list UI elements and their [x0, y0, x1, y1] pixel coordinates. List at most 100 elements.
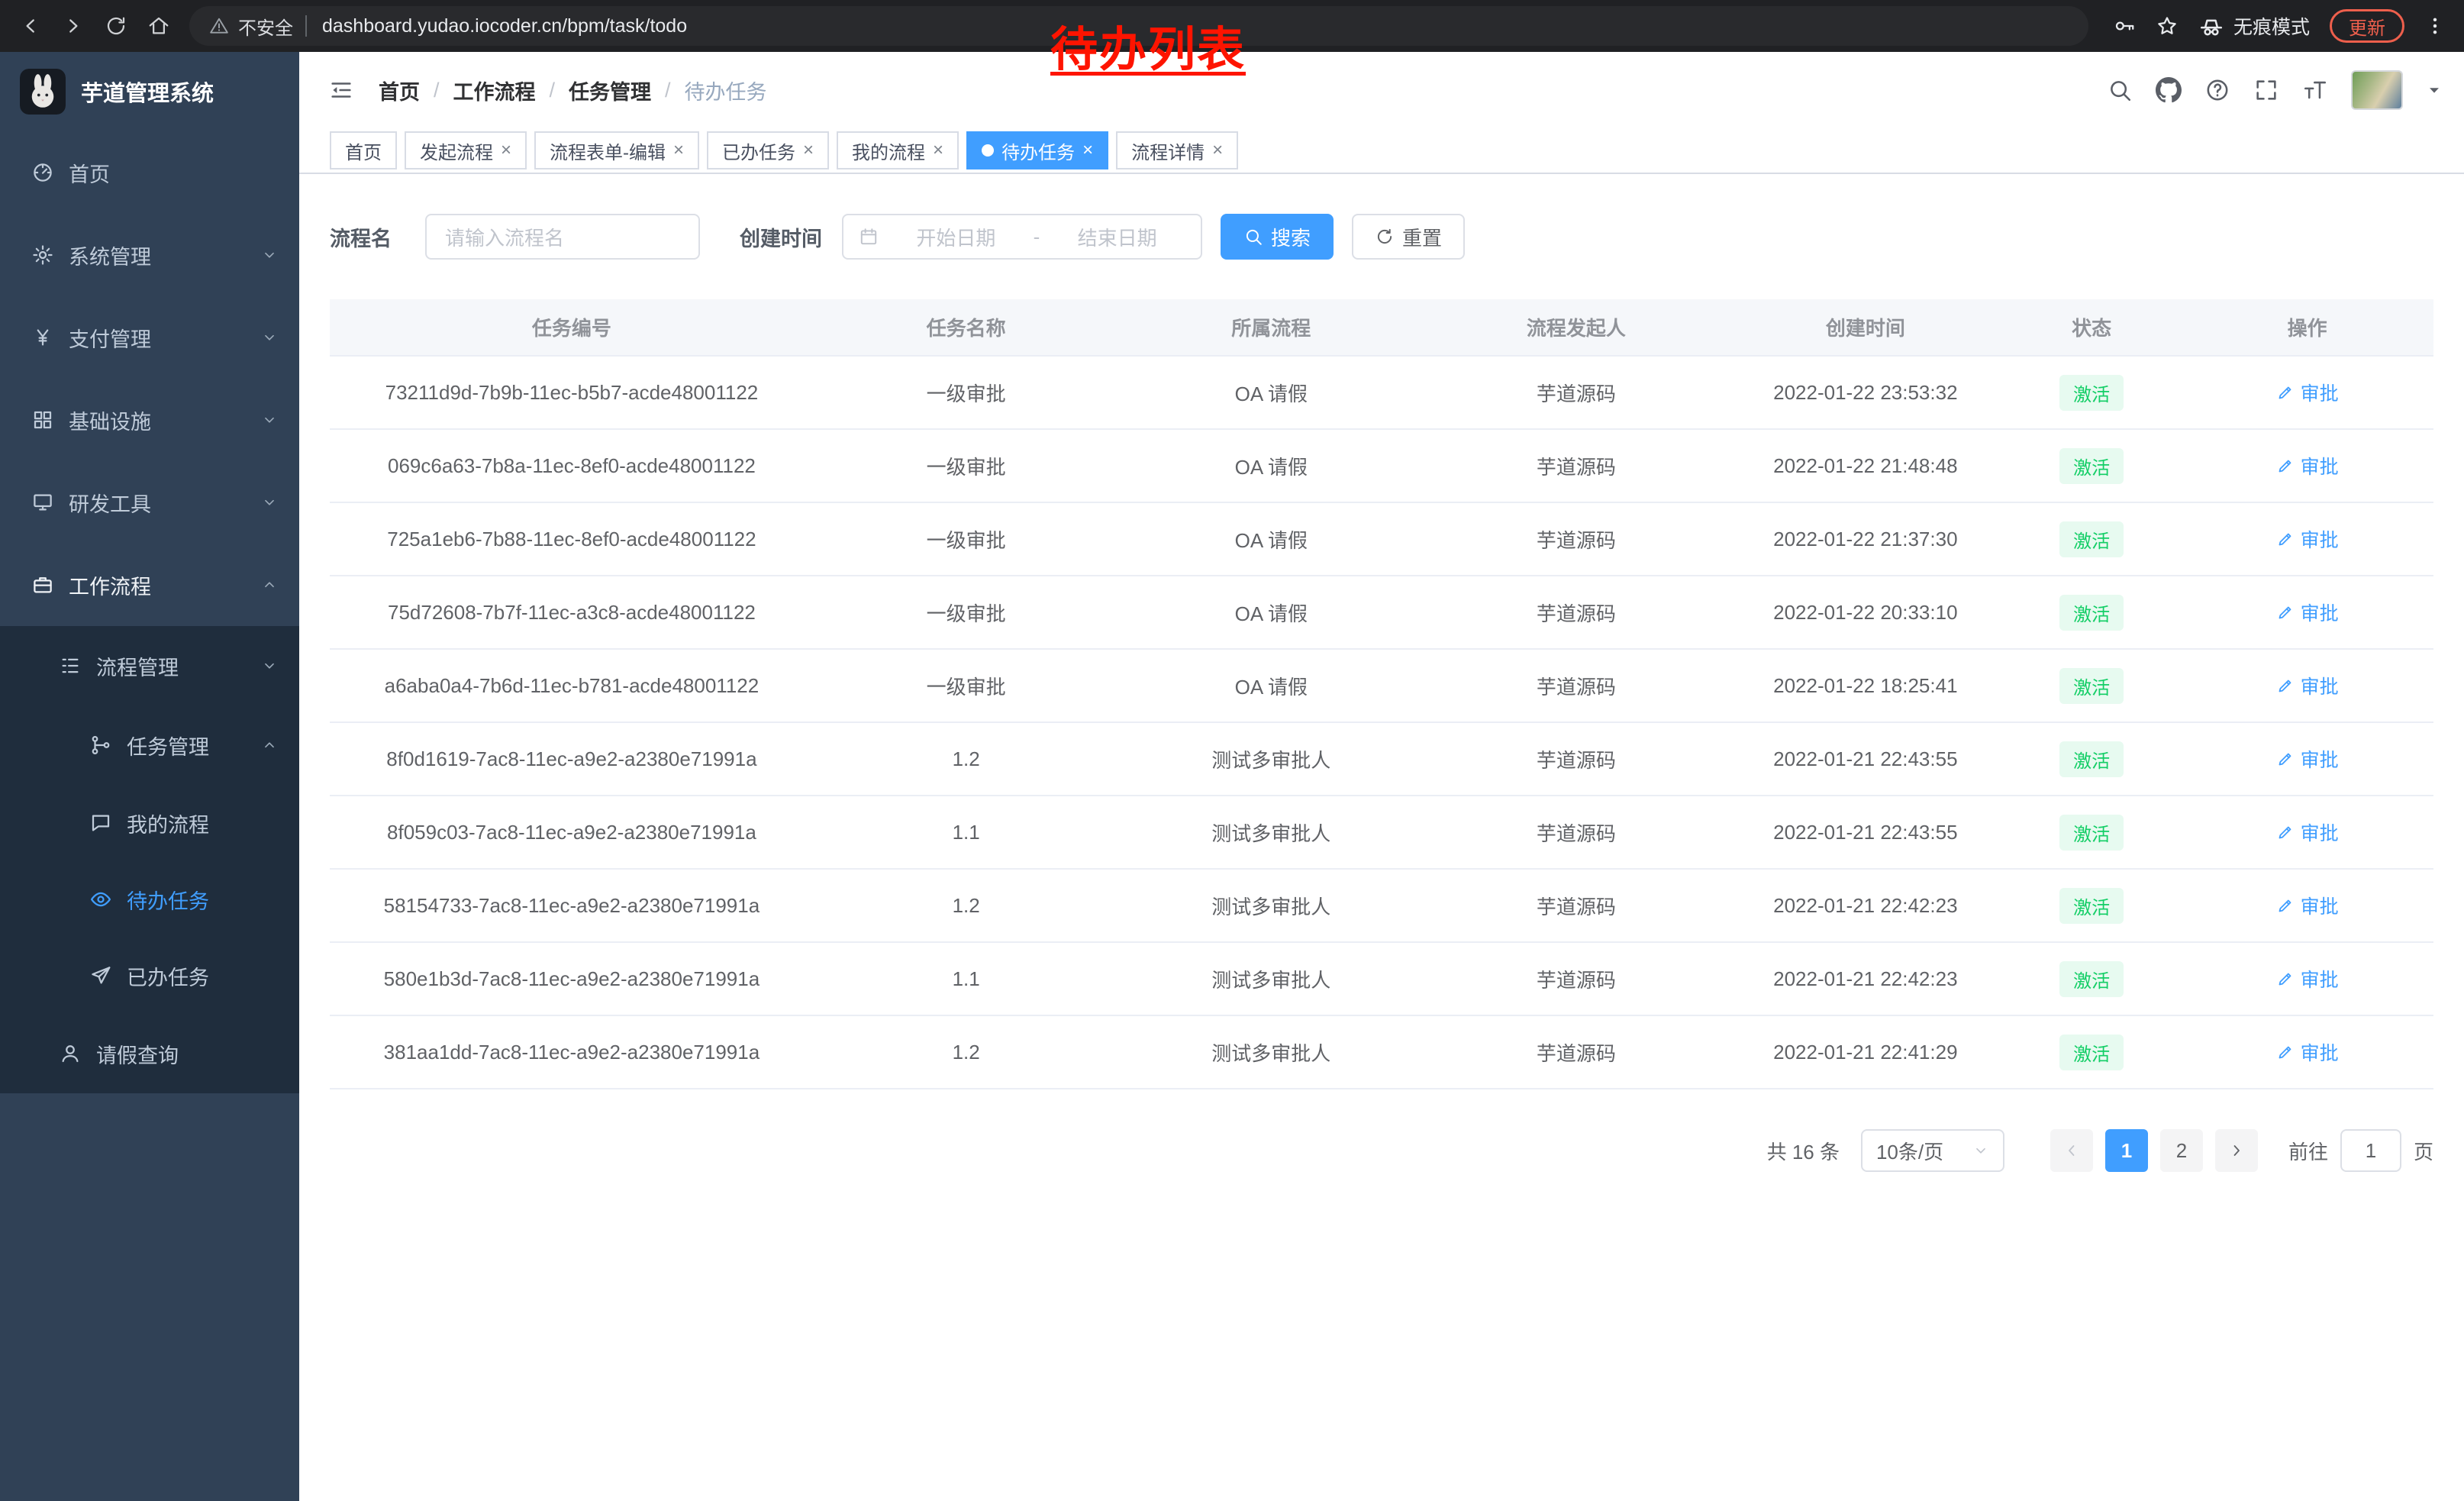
close-icon[interactable]: × — [501, 141, 511, 160]
sidebar-item-11[interactable]: 已办任务 — [0, 938, 299, 1014]
chevron-down-icon — [261, 657, 278, 674]
next-page-button[interactable] — [2215, 1129, 2258, 1172]
reset-button[interactable]: 重置 — [1352, 214, 1465, 260]
approve-link[interactable]: 审批 — [2276, 599, 2339, 626]
tab-3[interactable]: 流程表单-编辑× — [534, 131, 699, 169]
process-name-input[interactable]: 请输入流程名 — [425, 214, 700, 260]
sidebar-menu: 首页系统管理支付管理基础设施研发工具工作流程流程管理任务管理我的流程待办任务已办… — [0, 131, 299, 1093]
user-icon — [58, 1042, 82, 1065]
key-icon[interactable] — [2113, 15, 2136, 37]
browser-menu-icon[interactable] — [2424, 15, 2446, 37]
sidebar-item-8[interactable]: 任务管理 — [0, 705, 299, 785]
page-size-select[interactable]: 10条/页 — [1861, 1129, 2004, 1172]
sidebar-item-4[interactable]: 基础设施 — [0, 379, 299, 461]
briefcase-icon — [31, 573, 55, 596]
tab-4[interactable]: 已办任务× — [707, 131, 829, 169]
user-avatar[interactable] — [2351, 70, 2403, 110]
breadcrumb-item[interactable]: 任务管理 — [569, 76, 651, 105]
sidebar-item-2[interactable]: 系统管理 — [0, 214, 299, 296]
update-label: 更新 — [2349, 13, 2385, 40]
breadcrumb-item[interactable]: 首页 — [379, 76, 420, 105]
close-icon[interactable]: × — [673, 141, 684, 160]
range-separator: - — [1034, 225, 1040, 249]
help-icon[interactable] — [2204, 77, 2230, 103]
hamburger-icon[interactable] — [328, 77, 354, 103]
close-icon[interactable]: × — [1212, 141, 1223, 160]
cell-id: 73211d9d-7b9b-11ec-b5b7-acde48001122 — [330, 356, 814, 429]
sidebar-item-6[interactable]: 工作流程 — [0, 544, 299, 626]
approve-link[interactable]: 审批 — [2276, 379, 2339, 406]
tab-label: 我的流程 — [852, 137, 925, 164]
sidebar-item-3[interactable]: 支付管理 — [0, 296, 299, 379]
app-logo[interactable]: 芋道管理系统 — [0, 52, 299, 131]
tab-label: 流程详情 — [1131, 137, 1205, 164]
table-row: 8f0d1619-7ac8-11ec-a9e2-a2380e71991a1.2测… — [330, 722, 2433, 796]
search-button[interactable]: 搜索 — [1221, 214, 1334, 260]
start-date-placeholder[interactable]: 开始日期 — [888, 223, 1024, 251]
search-icon[interactable] — [2107, 77, 2133, 103]
sidebar-item-label: 流程管理 — [96, 651, 179, 681]
edit-icon — [2276, 970, 2295, 988]
sidebar-item-label: 我的流程 — [127, 809, 209, 838]
approve-link[interactable]: 审批 — [2276, 452, 2339, 479]
cell-created: 2022-01-21 22:43:55 — [1729, 796, 2002, 869]
page-button-2[interactable]: 2 — [2160, 1129, 2203, 1172]
sidebar-item-7[interactable]: 流程管理 — [0, 626, 299, 705]
cell-created: 2022-01-22 21:48:48 — [1729, 429, 2002, 502]
warning-icon[interactable] — [209, 16, 229, 36]
approve-link[interactable]: 审批 — [2276, 818, 2339, 846]
sidebar-item-1[interactable]: 首页 — [0, 131, 299, 214]
approve-label: 审批 — [2301, 672, 2339, 699]
url-text[interactable]: dashboard.yudao.iocoder.cn/bpm/task/todo — [322, 15, 687, 37]
cell-status: 激活 — [2002, 869, 2181, 942]
sidebar-item-label: 已办任务 — [127, 961, 209, 991]
approve-link[interactable]: 审批 — [2276, 965, 2339, 993]
table-body: 73211d9d-7b9b-11ec-b5b7-acde48001122一级审批… — [330, 356, 2433, 1089]
goto-label: 前往 — [2288, 1137, 2328, 1165]
close-icon[interactable]: × — [1082, 141, 1093, 160]
pagination: 共 16 条 10条/页 12 前往 页 — [330, 1129, 2433, 1172]
close-icon[interactable]: × — [933, 141, 943, 160]
fullscreen-icon[interactable] — [2253, 77, 2279, 103]
tab-5[interactable]: 我的流程 × — [837, 131, 959, 169]
cell-name: 一级审批 — [814, 502, 1119, 576]
sidebar-item-9[interactable]: 我的流程 — [0, 785, 299, 861]
cell-id: a6aba0a4-7b6d-11ec-b781-acde48001122 — [330, 649, 814, 722]
chat-icon — [89, 812, 113, 834]
sidebar-item-label: 系统管理 — [69, 240, 151, 270]
approve-link[interactable]: 审批 — [2276, 745, 2339, 773]
approve-link[interactable]: 审批 — [2276, 892, 2339, 919]
approve-link[interactable]: 审批 — [2276, 672, 2339, 699]
font-size-icon[interactable] — [2302, 77, 2328, 103]
approve-link[interactable]: 审批 — [2276, 525, 2339, 553]
sidebar-item-5[interactable]: 研发工具 — [0, 461, 299, 544]
tab-2[interactable]: 发起流程× — [405, 131, 527, 169]
cell-id: 58154733-7ac8-11ec-a9e2-a2380e71991a — [330, 869, 814, 942]
update-button[interactable]: 更新 — [2330, 9, 2404, 43]
github-icon[interactable] — [2156, 77, 2182, 103]
prev-page-button[interactable] — [2050, 1129, 2093, 1172]
goto-page-input[interactable] — [2340, 1129, 2401, 1172]
tab-6[interactable]: 待办任务× — [966, 131, 1108, 169]
tab-1[interactable]: 首页 — [330, 131, 397, 169]
breadcrumb-item[interactable]: 工作流程 — [453, 76, 536, 105]
security-label: 不安全 — [238, 13, 293, 40]
page-content: 流程名 请输入流程名 创建时间 开始日期 - 结束日期 搜索 — [299, 174, 2464, 1501]
end-date-placeholder[interactable]: 结束日期 — [1049, 223, 1185, 251]
tab-7[interactable]: 流程详情 × — [1116, 131, 1238, 169]
reload-icon[interactable] — [95, 5, 137, 47]
back-icon[interactable] — [9, 5, 52, 47]
sidebar-item-10[interactable]: 待办任务 — [0, 861, 299, 938]
breadcrumb-separator: / — [665, 79, 671, 102]
avatar-caret-icon[interactable] — [2426, 82, 2443, 98]
column-header: 创建时间 — [1729, 299, 2002, 356]
forward-icon[interactable] — [52, 5, 95, 47]
sidebar-item-12[interactable]: 请假查询 — [0, 1014, 299, 1093]
date-range-picker[interactable]: 开始日期 - 结束日期 — [842, 214, 1202, 260]
browser-home-icon[interactable] — [137, 5, 180, 47]
page-button-1[interactable]: 1 — [2105, 1129, 2148, 1172]
column-header: 操作 — [2181, 299, 2433, 356]
close-icon[interactable]: × — [803, 141, 814, 160]
approve-link[interactable]: 审批 — [2276, 1038, 2339, 1066]
star-icon[interactable] — [2156, 15, 2179, 37]
